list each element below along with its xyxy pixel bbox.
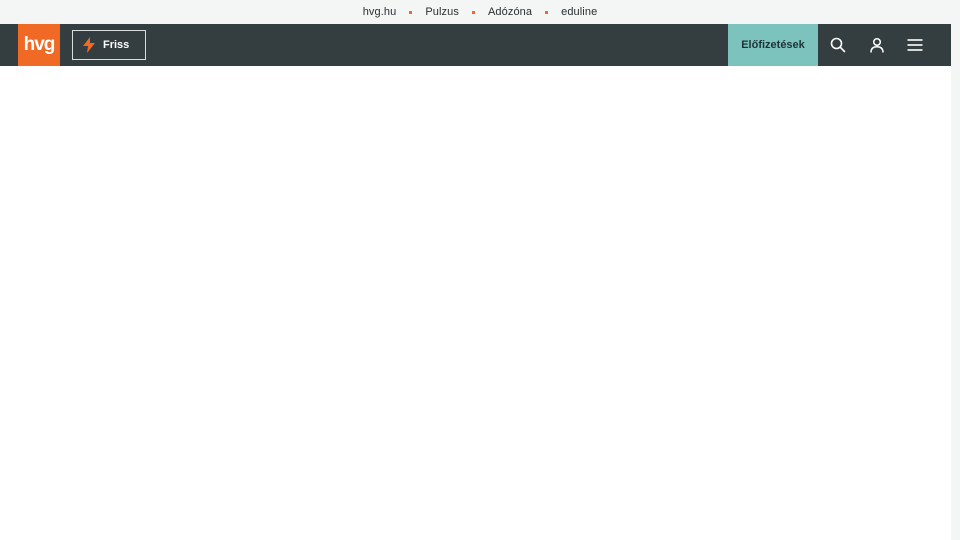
scrollbar-track[interactable] <box>951 24 960 540</box>
user-icon <box>870 37 884 53</box>
search-icon <box>830 37 846 53</box>
separator-dot <box>409 10 413 14</box>
page: hvg.hu Pulzus Adózóna eduline hvg Friss … <box>0 0 960 540</box>
friss-button[interactable]: Friss <box>72 30 146 60</box>
search-button[interactable] <box>819 24 857 66</box>
main-content-area <box>0 66 951 540</box>
separator-dot <box>471 10 475 14</box>
menu-button[interactable] <box>896 24 934 66</box>
main-navbar: hvg Friss Előfizetések <box>0 24 951 66</box>
hvg-logo[interactable]: hvg <box>18 24 60 66</box>
separator-dot <box>545 10 549 14</box>
network-link-adozona[interactable]: Adózóna <box>488 6 532 18</box>
network-link-hvg[interactable]: hvg.hu <box>363 6 397 18</box>
lightning-bolt-icon <box>83 37 95 53</box>
network-link-pulzus[interactable]: Pulzus <box>425 6 459 18</box>
network-links-bar: hvg.hu Pulzus Adózóna eduline <box>0 0 960 24</box>
hamburger-menu-icon <box>907 39 923 51</box>
friss-label: Friss <box>103 39 130 51</box>
network-link-eduline[interactable]: eduline <box>561 6 597 18</box>
subscriptions-button[interactable]: Előfizetések <box>728 24 818 66</box>
account-button[interactable] <box>858 24 896 66</box>
